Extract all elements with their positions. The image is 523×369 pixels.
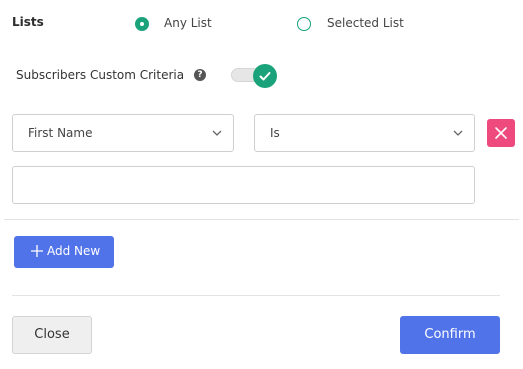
add-new-button[interactable]: Add New (14, 236, 114, 268)
add-new-label: Add New (47, 244, 101, 258)
question-circle-icon[interactable]: ? (194, 69, 206, 81)
close-icon (495, 127, 507, 139)
operator-select[interactable]: Is (254, 114, 475, 152)
divider (12, 295, 500, 296)
divider (4, 219, 519, 220)
chevron-down-icon (453, 130, 463, 136)
radio-selected-list[interactable] (297, 17, 311, 31)
confirm-button[interactable]: Confirm (400, 316, 500, 354)
condition-value-input[interactable] (12, 166, 475, 204)
custom-criteria-label: Subscribers Custom Criteria (16, 68, 185, 82)
close-button[interactable]: Close (12, 316, 92, 354)
toggle-knob[interactable] (253, 64, 277, 88)
chevron-down-icon (212, 130, 222, 136)
operator-select-value: Is (270, 126, 280, 140)
lists-label: Lists (12, 15, 44, 29)
radio-any-list[interactable] (135, 17, 149, 31)
check-icon (259, 72, 271, 81)
radio-any-list-label[interactable]: Any List (164, 16, 212, 30)
field-select-value: First Name (28, 126, 93, 140)
delete-condition-button[interactable] (487, 119, 515, 147)
radio-selected-list-label[interactable]: Selected List (327, 16, 404, 30)
field-select[interactable]: First Name (12, 114, 234, 152)
plus-icon (31, 245, 43, 257)
